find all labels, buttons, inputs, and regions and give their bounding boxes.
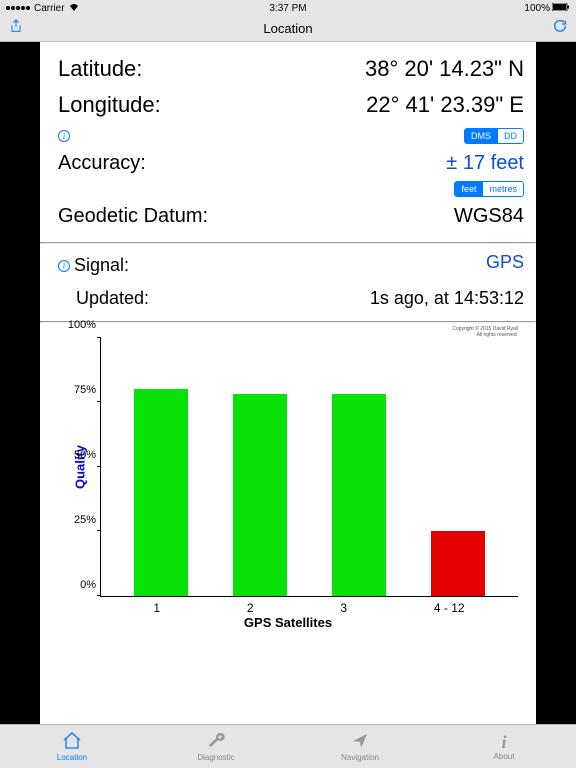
x-ticks: 1 2 3 4 - 12 (100, 597, 518, 615)
accuracy-value: ± 17 feet (446, 152, 524, 175)
updated-label: Updated: (58, 288, 149, 309)
coord-format-segment[interactable]: DMS DD (464, 128, 524, 144)
tab-label: Diagnostic (197, 753, 234, 762)
info-icon[interactable]: i (58, 130, 70, 142)
tab-diagnostic[interactable]: Diagnostic (144, 725, 288, 768)
seg-feet[interactable]: feet (455, 182, 482, 196)
tab-location[interactable]: Location (0, 725, 144, 768)
page-title: Location (263, 21, 312, 36)
battery-icon (552, 3, 570, 14)
home-icon (62, 731, 82, 752)
nav-bar: Location (0, 16, 576, 42)
share-button[interactable] (8, 18, 24, 39)
plot-area (100, 337, 518, 597)
bar-4 (431, 531, 485, 596)
tab-bar: Location Diagnostic Navigation i About (0, 724, 576, 768)
location-arrow-icon (350, 731, 370, 752)
info-letter-icon: i (501, 733, 506, 751)
signal-dots-icon (6, 6, 30, 10)
datum-value: WGS84 (454, 205, 524, 228)
bar-2 (233, 394, 287, 596)
latitude-value: 38° 20' 14.23" N (365, 56, 524, 82)
seg-dd[interactable]: DD (497, 129, 523, 143)
signal-value: GPS (486, 252, 524, 273)
carrier-label: Carrier (34, 3, 65, 14)
bar-3 (332, 394, 386, 596)
seg-dms[interactable]: DMS (465, 129, 497, 143)
latitude-label: Latitude: (58, 56, 142, 82)
tab-label: Navigation (341, 753, 379, 762)
refresh-button[interactable] (552, 18, 568, 39)
left-letterbox (0, 42, 40, 724)
info-icon-signal[interactable]: i (58, 260, 70, 272)
status-bar: Carrier 3:37 PM 100% (0, 0, 576, 16)
wrench-icon (206, 731, 226, 752)
battery-percent: 100% (524, 3, 550, 14)
tab-navigation[interactable]: Navigation (288, 725, 432, 768)
longitude-value: 22° 41' 23.39" E (366, 92, 524, 118)
unit-segment[interactable]: feet metres (454, 181, 524, 197)
bar-1 (134, 389, 188, 596)
chart-area: Copyright © 2015 David Ryall All rights … (40, 323, 536, 724)
datum-label: Geodetic Datum: (58, 205, 208, 228)
right-letterbox (536, 42, 576, 724)
y-ticks: 0% 25% 50% 75% 100% (62, 337, 96, 597)
tab-about[interactable]: i About (432, 725, 576, 768)
accuracy-label: Accuracy: (58, 152, 146, 175)
seg-metres[interactable]: metres (482, 182, 523, 196)
x-axis-label: GPS Satellites (54, 615, 522, 630)
tab-label: About (494, 752, 515, 761)
signal-label: i Signal: (58, 255, 129, 276)
updated-value: 1s ago, at 14:53:12 (370, 288, 524, 309)
wifi-icon (69, 3, 79, 14)
tab-label: Location (57, 753, 87, 762)
status-time: 3:37 PM (269, 3, 306, 14)
longitude-label: Longitude: (58, 92, 161, 118)
